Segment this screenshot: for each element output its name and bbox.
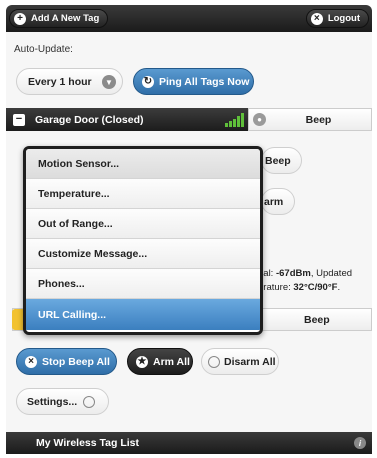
tag2-beep-label: Beep [304, 313, 330, 326]
disarm-all-label: Disarm All [224, 355, 276, 368]
menu-item-phones[interactable]: Phones... [26, 269, 260, 299]
beep-button-secondary[interactable]: Beep [261, 147, 302, 174]
temperature-info-label: erature: [258, 282, 294, 293]
collapse-icon[interactable]: − [13, 113, 25, 126]
event-options-menu: Motion Sensor... Temperature... Out of R… [23, 146, 263, 335]
tag-name: Garage Door (Closed) [35, 113, 144, 126]
signal-info: nal: -67dBm, Updated [258, 268, 352, 279]
top-toolbar: + Add A New Tag × Logout [6, 5, 372, 32]
beep-label: Beep [305, 113, 332, 126]
arm-all-button[interactable]: ★ Arm All [127, 348, 193, 375]
settings-button[interactable]: Settings... [16, 388, 109, 415]
menu-item-url-calling[interactable]: URL Calling... [26, 299, 260, 330]
speaker-icon: ● [253, 113, 266, 126]
ping-all-tags-label: Ping All Tags Now [159, 75, 250, 88]
refresh-icon: ↻ [142, 75, 154, 88]
settings-label: Settings... [27, 395, 78, 408]
add-new-tag-button[interactable]: + Add A New Tag [9, 9, 109, 28]
signal-strength-icon [225, 112, 244, 127]
tag-header-garage-door[interactable]: − Garage Door (Closed) [6, 108, 248, 131]
menu-item-temperature[interactable]: Temperature... [26, 179, 260, 209]
beep-button[interactable]: ● Beep [248, 108, 372, 131]
close-icon: × [25, 355, 37, 368]
signal-value: -67dBm [275, 268, 311, 279]
beep-secondary-label: Beep [265, 154, 291, 167]
auto-update-label: Auto-Update: [14, 44, 73, 55]
logout-button[interactable]: × Logout [305, 9, 369, 28]
stop-beep-all-button[interactable]: × Stop Beep All [16, 348, 117, 375]
signal-info-suffix: , Updated [310, 268, 353, 279]
info-icon[interactable]: i [354, 437, 366, 449]
star-icon: ★ [136, 355, 148, 368]
update-interval-value: Every 1 hour [28, 75, 92, 88]
circle-icon [83, 395, 96, 408]
add-new-tag-label: Add A New Tag [31, 13, 100, 24]
stop-beep-all-label: Stop Beep All [42, 355, 110, 368]
temperature-value: 32°C/90°F [293, 282, 338, 293]
ping-all-tags-button[interactable]: ↻ Ping All Tags Now [133, 68, 254, 95]
menu-item-motion-sensor[interactable]: Motion Sensor... [26, 149, 260, 179]
temperature-info-suffix: . [337, 282, 341, 293]
disarm-all-button[interactable]: Disarm All [201, 348, 279, 375]
circle-icon [208, 355, 220, 368]
arm-label: arm [264, 195, 284, 208]
arm-button[interactable]: arm [261, 188, 295, 215]
update-interval-select[interactable]: Every 1 hour ▼ [16, 68, 123, 95]
list-title: My Wireless Tag List [36, 437, 139, 449]
arm-all-label: Arm All [153, 355, 190, 368]
plus-icon: + [14, 12, 26, 25]
menu-item-customize-message[interactable]: Customize Message... [26, 239, 260, 269]
temperature-info: erature: 32°C/90°F. [258, 282, 340, 293]
logout-label: Logout [327, 13, 360, 24]
close-icon: × [310, 12, 323, 25]
menu-item-out-of-range[interactable]: Out of Range... [26, 209, 260, 239]
bottom-toolbar: My Wireless Tag List i [6, 432, 372, 454]
chevron-down-icon: ▼ [102, 75, 116, 89]
